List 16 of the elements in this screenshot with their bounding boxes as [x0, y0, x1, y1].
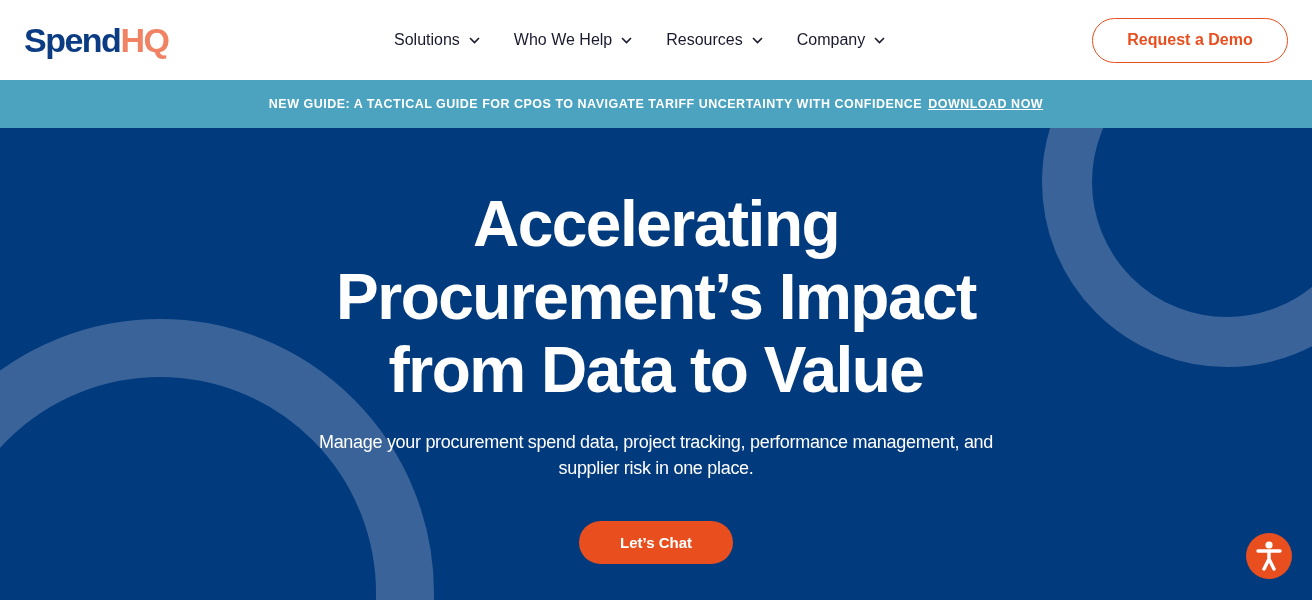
- chevron-down-icon: [751, 36, 763, 44]
- accessibility-button[interactable]: [1246, 533, 1292, 579]
- chevron-down-icon: [874, 36, 886, 44]
- logo[interactable]: SpendHQ: [24, 20, 354, 60]
- hero-heading: Accelerating Procurement’s Impact from Data to Value: [336, 188, 976, 407]
- nav-menu-item[interactable]: Solutions: [394, 31, 480, 49]
- hero-subtitle: Manage your procurement spend data, project tracking, performance management, and supplier risk in one place.: [317, 431, 995, 480]
- announcement-text: NEW GUIDE: A TACTICAL GUIDE FOR CPOS TO NAVIGATE TARIFF UNCERTAINTY WITH CONFIDENCE: [268, 97, 923, 111]
- request-demo-button[interactable]: Request a Demo: [1092, 17, 1288, 63]
- nav-menu-item[interactable]: Resources: [666, 31, 763, 49]
- chevron-down-icon: [468, 36, 480, 44]
- accessibility-icon: [1256, 541, 1282, 571]
- chevron-down-icon: [621, 36, 633, 44]
- lets-chat-button[interactable]: Let’s Chat: [579, 521, 733, 564]
- nav-menu-item[interactable]: Who We Help: [513, 31, 633, 49]
- nav-menu-item[interactable]: Company: [796, 31, 886, 49]
